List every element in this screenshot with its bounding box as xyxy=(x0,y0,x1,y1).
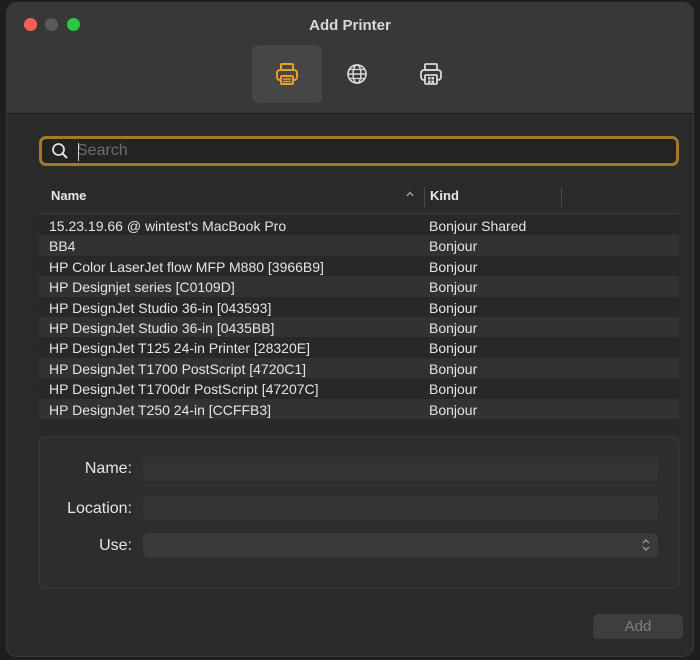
name-label: Name: xyxy=(84,460,132,477)
column-divider[interactable] xyxy=(424,187,425,207)
printer-name-cell: HP DesignJet T125 24-in Printer [28320E] xyxy=(49,340,310,357)
use-label: Use: xyxy=(99,537,132,554)
printer-kind-cell: Bonjour xyxy=(429,360,478,377)
printer-details-panel: Name: Location: Use: xyxy=(39,436,679,589)
printer-kind-cell: Bonjour xyxy=(429,299,478,316)
table-row[interactable]: HP DesignJet Studio 36-in [043593] Bonjo… xyxy=(39,297,679,317)
printer-name-cell: HP DesignJet Studio 36-in [043593] xyxy=(49,299,272,316)
text-caret xyxy=(78,143,79,161)
table-row[interactable]: HP DesignJet T1700dr PostScript [47207C]… xyxy=(39,378,679,398)
search-icon xyxy=(52,143,68,159)
use-driver-select[interactable] xyxy=(143,533,658,557)
printer-kind-cell: Bonjour xyxy=(429,401,478,418)
search-input[interactable] xyxy=(75,139,676,163)
printer-kind-cell: Bonjour Shared xyxy=(429,218,527,234)
printer-kind-cell: Bonjour xyxy=(429,238,478,255)
printer-kind-cell: Bonjour xyxy=(429,258,478,275)
printer-name-cell: HP Color LaserJet flow MFP M880 [3966B9] xyxy=(49,258,324,275)
add-printer-window: Add Printer Search Name Kind 15.23.19.66… xyxy=(7,3,693,656)
column-header-name[interactable]: Name xyxy=(51,188,86,203)
printer-table: Name Kind 15.23.19.66 @ wintest's MacBoo… xyxy=(39,178,679,428)
printer-kind-cell: Bonjour xyxy=(429,340,478,357)
printer-kind-cell: Bonjour xyxy=(429,279,478,296)
ip-printer-tab[interactable] xyxy=(322,45,392,103)
default-printer-icon xyxy=(276,63,298,85)
windows-printer-tab[interactable] xyxy=(396,45,466,103)
printer-name-cell: HP DesignJet T250 24-in [CCFFB3] xyxy=(49,401,272,418)
table-header: Name Kind xyxy=(39,178,679,214)
column-header-kind[interactable]: Kind xyxy=(430,188,459,203)
name-field[interactable] xyxy=(143,457,658,481)
printer-name-cell: HP DesignJet Studio 36-in [0435BB] xyxy=(49,319,275,336)
location-field[interactable] xyxy=(143,496,658,520)
printer-name-cell: 15.23.19.66 @ wintest's MacBook Pro xyxy=(49,218,287,234)
location-label: Location: xyxy=(67,500,132,517)
table-row[interactable]: HP Color LaserJet flow MFP M880 [3966B9]… xyxy=(39,256,679,276)
printer-name-cell: BB4 xyxy=(49,238,76,255)
printer-kind-cell: Bonjour xyxy=(429,319,478,336)
column-divider[interactable] xyxy=(561,187,562,207)
table-body: 15.23.19.66 @ wintest's MacBook Pro Bonj… xyxy=(39,215,679,419)
table-row[interactable]: BB4 Bonjour xyxy=(39,235,679,256)
sort-ascending-icon[interactable] xyxy=(406,191,414,197)
table-row[interactable]: HP Designjet series [C0109D] Bonjour xyxy=(39,276,679,297)
ip-globe-icon xyxy=(347,64,367,84)
table-row[interactable]: HP DesignJet T250 24-in [CCFFB3] Bonjour xyxy=(39,398,679,419)
printer-name-cell: HP DesignJet T1700dr PostScript [47207C] xyxy=(49,381,319,398)
table-row[interactable]: HP DesignJet T125 24-in Printer [28320E]… xyxy=(39,337,679,357)
table-row[interactable]: HP DesignJet Studio 36-in [0435BB] Bonjo… xyxy=(39,316,679,338)
printer-kind-cell: Bonjour xyxy=(429,381,478,398)
chevron-updown-icon xyxy=(642,539,650,551)
table-row[interactable]: 15.23.19.66 @ wintest's MacBook Pro Bonj… xyxy=(39,215,679,235)
search-field[interactable] xyxy=(39,136,679,166)
titlebar: Add Printer xyxy=(7,3,693,114)
printer-name-cell: HP Designjet series [C0109D] xyxy=(49,279,235,296)
table-row[interactable]: HP DesignJet T1700 PostScript [4720C1] B… xyxy=(39,357,679,379)
default-printers-tab[interactable] xyxy=(252,45,322,103)
add-button[interactable]: Add xyxy=(593,614,683,639)
windows-printer-icon xyxy=(420,63,442,85)
window-title: Add Printer xyxy=(309,17,391,34)
printer-name-cell: HP DesignJet T1700 PostScript [4720C1] xyxy=(49,360,307,377)
